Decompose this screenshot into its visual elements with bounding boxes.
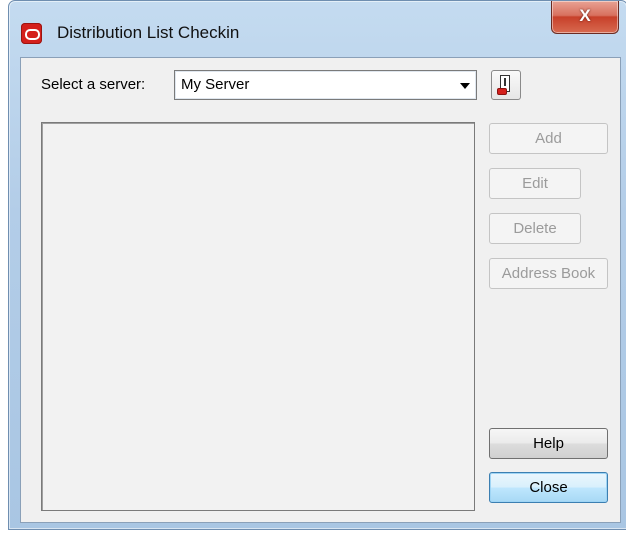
window-close-button[interactable]: X: [551, 1, 619, 34]
server-lookup-badge-icon: [497, 88, 507, 95]
dialog-window: Distribution List Checkin X Select a ser…: [8, 0, 626, 530]
server-select-value: My Server: [181, 76, 250, 93]
address-book-button[interactable]: Address Book: [489, 258, 608, 289]
oracle-logo-icon: [21, 23, 42, 44]
window-title: Distribution List Checkin: [57, 23, 240, 42]
close-button-label: Close: [529, 479, 568, 496]
help-button[interactable]: Help: [489, 428, 608, 459]
dialog-body: Select a server: My Server Add Edit Dele…: [20, 57, 621, 523]
server-label: Select a server:: [41, 76, 146, 93]
server-lookup-button[interactable]: [491, 70, 521, 100]
server-select[interactable]: My Server: [174, 70, 477, 100]
title-bar[interactable]: Distribution List Checkin X: [9, 1, 626, 56]
chevron-down-icon[interactable]: [460, 83, 470, 89]
delete-button-label: Delete: [513, 220, 557, 237]
distribution-list-box[interactable]: [41, 122, 475, 511]
help-button-label: Help: [533, 435, 564, 452]
address-book-button-label: Address Book: [501, 265, 596, 282]
add-button-label: Add: [535, 130, 562, 147]
delete-button[interactable]: Delete: [489, 213, 581, 244]
add-button[interactable]: Add: [489, 123, 608, 154]
edit-button[interactable]: Edit: [489, 168, 581, 199]
edit-button-label: Edit: [522, 175, 548, 192]
close-button[interactable]: Close: [489, 472, 608, 503]
